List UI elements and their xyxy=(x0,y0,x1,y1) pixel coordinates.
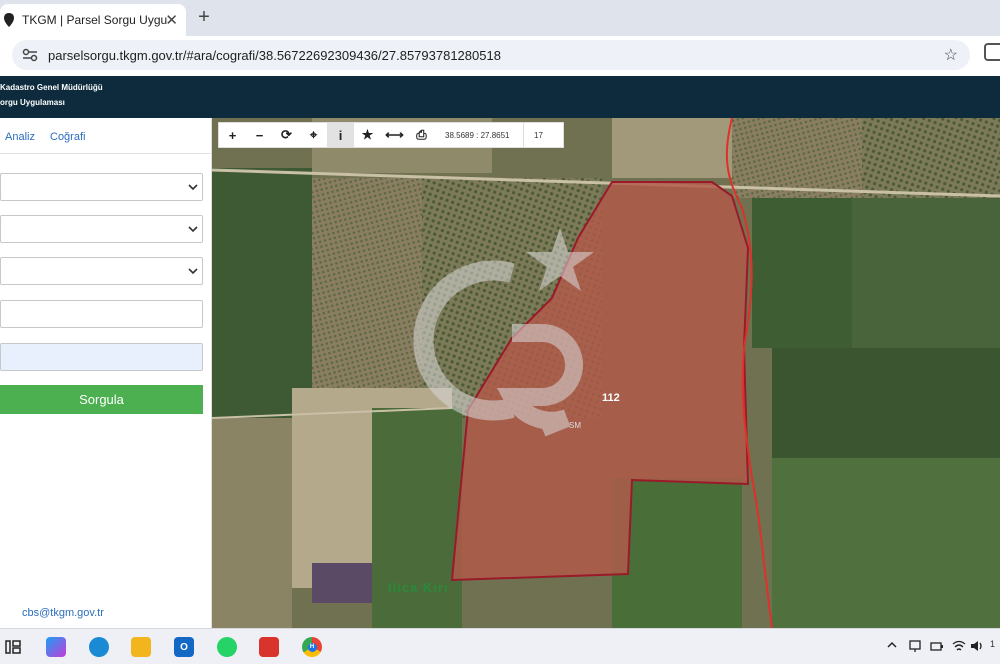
tab-title: TKGM | Parsel Sorgu Uygulaması xyxy=(22,13,168,27)
chrome-icon[interactable]: H xyxy=(302,637,322,657)
chevron-down-icon xyxy=(188,268,198,275)
chevron-down-icon xyxy=(188,226,198,233)
profile-badge: H xyxy=(307,642,317,652)
search-button[interactable]: Sorgula xyxy=(0,385,203,414)
neighborhood-select[interactable] xyxy=(0,257,203,285)
tab-analiz[interactable]: Analiz xyxy=(5,131,35,143)
battery-icon[interactable] xyxy=(930,639,944,653)
bookmark-star-icon[interactable]: ☆ xyxy=(944,45,958,65)
sidebar-tabs: Analiz Coğrafi xyxy=(0,118,212,154)
app-name: orgu Uygulaması xyxy=(0,98,65,107)
refresh-button[interactable]: ⟳ xyxy=(273,123,300,147)
browser-toolbar: parselsorgu.tkgm.gov.tr/#ara/cografi/38.… xyxy=(0,36,1000,76)
chevron-down-icon xyxy=(188,184,198,191)
watermark-text: SM xyxy=(569,421,581,430)
zoom-level: 17 xyxy=(523,123,543,147)
contact-email-link[interactable]: cbs@tkgm.gov.tr xyxy=(22,607,104,619)
copilot-icon[interactable] xyxy=(46,637,66,657)
browser-tab-strip: TKGM | Parsel Sorgu Uygulaması ✕ + xyxy=(0,0,1000,36)
info-button[interactable]: i xyxy=(327,123,354,147)
app-icon[interactable] xyxy=(259,637,279,657)
measure-button[interactable]: ⟷ xyxy=(381,123,408,147)
tkgm-favicon-icon xyxy=(4,13,14,27)
outlook-icon[interactable]: O xyxy=(174,637,194,657)
place-name-label: Ilıca Kırı xyxy=(388,580,449,595)
site-settings-icon[interactable] xyxy=(22,48,38,62)
parcel-input[interactable] xyxy=(0,343,203,371)
block-input[interactable] xyxy=(0,300,203,328)
tab-close-icon[interactable]: ✕ xyxy=(165,11,178,29)
map-toolbar: + − ⟳ ⌖ i ★ ⟷ ⎙ 38.5689 : 27.8651 17 xyxy=(218,122,564,148)
whatsapp-icon[interactable] xyxy=(217,637,237,657)
volume-icon[interactable] xyxy=(970,639,984,653)
favorite-button[interactable]: ★ xyxy=(354,123,381,147)
parcel-number-label[interactable]: 112 xyxy=(602,392,620,404)
tray-chevron-up-icon[interactable] xyxy=(886,639,898,651)
url-text: parselsorgu.tkgm.gov.tr/#ara/cografi/38.… xyxy=(48,47,501,63)
address-bar[interactable]: parselsorgu.tkgm.gov.tr/#ara/cografi/38.… xyxy=(12,40,970,70)
app-header: Kadastro Genel Müdürlüğü orgu Uygulaması xyxy=(0,76,1000,118)
print-button[interactable]: ⎙ xyxy=(408,123,435,147)
meet-now-icon[interactable] xyxy=(908,639,922,653)
extensions-icon[interactable] xyxy=(984,43,1000,61)
file-explorer-icon[interactable] xyxy=(131,637,151,657)
coordinate-readout: 38.5689 : 27.8651 xyxy=(445,130,510,140)
tab-cografi[interactable]: Coğrafi xyxy=(50,131,85,143)
org-name: Kadastro Genel Müdürlüğü xyxy=(0,83,103,92)
map-view[interactable] xyxy=(212,118,1000,628)
district-select[interactable] xyxy=(0,215,203,243)
windows-taskbar: O H 1 xyxy=(0,628,1000,664)
locate-button[interactable]: ⌖ xyxy=(300,123,327,147)
query-sidebar: Analiz Coğrafi Sorgula cbs@tkgm.gov.tr xyxy=(0,118,212,628)
browser-tab[interactable]: TKGM | Parsel Sorgu Uygulaması ✕ xyxy=(0,4,186,36)
province-select[interactable] xyxy=(0,173,203,201)
task-view-icon[interactable] xyxy=(4,637,22,657)
zoom-in-button[interactable]: + xyxy=(219,123,246,147)
wifi-icon[interactable] xyxy=(952,639,966,653)
clock[interactable]: 1 xyxy=(990,639,995,649)
satellite-imagery xyxy=(212,118,1000,628)
edge-icon[interactable] xyxy=(89,637,109,657)
new-tab-button[interactable]: + xyxy=(194,6,214,29)
zoom-out-button[interactable]: − xyxy=(246,123,273,147)
